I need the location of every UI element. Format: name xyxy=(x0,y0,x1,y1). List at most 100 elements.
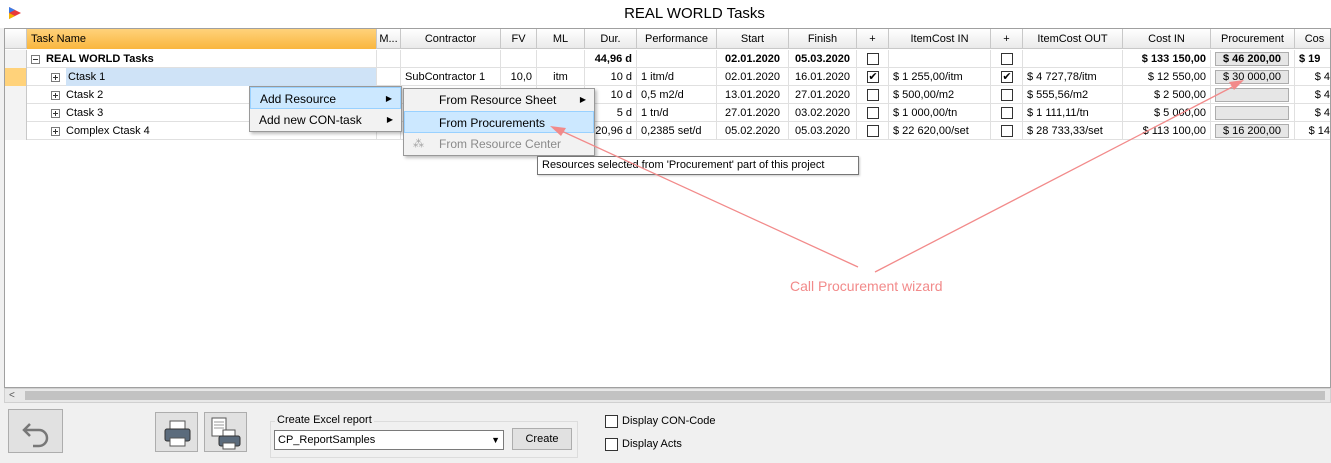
cell-cost: $ 4 xyxy=(1295,68,1330,86)
report-select[interactable]: CP_ReportSamples ▼ xyxy=(274,430,504,450)
create-button[interactable]: Create xyxy=(512,428,572,450)
undo-icon xyxy=(22,423,49,448)
chevron-down-icon: ▼ xyxy=(491,435,500,445)
col-fv[interactable]: FV xyxy=(501,29,537,49)
display-acts-checkbox[interactable]: Display Acts xyxy=(605,437,682,453)
expand-icon[interactable] xyxy=(51,108,60,118)
cell-dur: 44,96 d xyxy=(585,50,637,68)
checkbox-out[interactable]: ✔ xyxy=(1001,71,1013,83)
menu-item-from-procurements[interactable]: From Procurements xyxy=(404,111,594,133)
col-cost-in[interactable]: Cost IN xyxy=(1123,29,1211,49)
procurement-button[interactable]: $ 16 200,00 xyxy=(1215,124,1289,138)
col-m[interactable]: M... xyxy=(377,29,401,49)
cell-ml xyxy=(537,50,585,68)
menu-item-label: From Resource Sheet xyxy=(439,93,557,107)
table-row[interactable]: Ctask 3 5 d 1 tn/d 27.01.2020 03.02.2020… xyxy=(5,104,1330,122)
cell-performance: 1 itm/d xyxy=(637,68,717,86)
cell-finish: 27.01.2020 xyxy=(789,86,857,104)
expand-icon[interactable] xyxy=(51,126,60,136)
expand-icon[interactable] xyxy=(51,90,60,100)
table-row[interactable]: REAL WORLD Tasks 44,96 d 02.01.2020 05.0… xyxy=(5,50,1330,68)
cell-finish: 03.02.2020 xyxy=(789,104,857,122)
col-task-name[interactable]: Task Name xyxy=(27,29,377,49)
col-dur[interactable]: Dur. xyxy=(585,29,637,49)
procurement-button[interactable]: $ 46 200,00 xyxy=(1215,52,1289,66)
task-name: Ctask 2 xyxy=(66,89,104,101)
window-title: REAL WORLD Tasks xyxy=(624,5,765,22)
procurement-button[interactable] xyxy=(1215,106,1289,120)
cell-contractor: SubContractor 1 xyxy=(401,68,501,86)
tooltip: Resources selected from 'Procurement' pa… xyxy=(537,156,859,175)
checkbox-in[interactable] xyxy=(867,125,879,137)
col-contractor[interactable]: Contractor xyxy=(401,29,501,49)
row-header[interactable] xyxy=(5,104,27,122)
scroll-left-icon[interactable]: < xyxy=(9,389,15,402)
cell-cost-in: $ 5 000,00 xyxy=(1123,104,1211,122)
procurement-button[interactable]: $ 30 000,00 xyxy=(1215,70,1289,84)
procurement-button[interactable] xyxy=(1215,88,1289,102)
expand-icon[interactable] xyxy=(51,72,60,82)
checkbox-out[interactable] xyxy=(1001,89,1013,101)
cell-itemcost-in: $ 1 255,00/itm xyxy=(889,68,991,86)
cell-itemcost-out: $ 1 111,11/tn xyxy=(1023,104,1123,122)
row-header[interactable] xyxy=(5,50,27,68)
undo-button[interactable] xyxy=(8,409,63,453)
task-name: Complex Ctask 4 xyxy=(66,125,150,137)
col-start[interactable]: Start xyxy=(717,29,789,49)
checkbox-out[interactable] xyxy=(1001,107,1013,119)
print-button[interactable] xyxy=(155,412,198,452)
checkbox-label: Display Acts xyxy=(622,438,682,450)
col-ml[interactable]: ML xyxy=(537,29,585,49)
col-itemcost-out[interactable]: ItemCost OUT xyxy=(1023,29,1123,49)
submenu-arrow-icon: ▶ xyxy=(385,94,392,103)
col-plus-out[interactable]: + xyxy=(991,29,1023,49)
cell-start: 13.01.2020 xyxy=(717,86,789,104)
submenu: From Resource Sheet ▶ From Procurements ⁂… xyxy=(403,88,595,156)
checkbox-in[interactable] xyxy=(867,53,879,65)
col-finish[interactable]: Finish xyxy=(789,29,857,49)
checkbox-in[interactable] xyxy=(867,89,879,101)
cell-cost: $ 19 xyxy=(1295,50,1330,68)
cell-cost: $ 14 xyxy=(1295,122,1330,140)
printer-icon xyxy=(164,420,191,447)
print-preview-button[interactable] xyxy=(204,412,247,452)
menu-item-label: Add new CON-task xyxy=(259,113,362,127)
cell-itemcost-out xyxy=(1023,50,1123,68)
menu-item-from-resource-sheet[interactable]: From Resource Sheet ▶ xyxy=(404,89,594,111)
cell-itemcost-in: $ 1 000,00/tn xyxy=(889,104,991,122)
resource-center-icon: ⁂ xyxy=(413,138,424,150)
horizontal-scrollbar[interactable]: < xyxy=(4,388,1331,403)
cell-itemcost-out: $ 28 733,33/set xyxy=(1023,122,1123,140)
cell-itemcost-in xyxy=(889,50,991,68)
scroll-thumb[interactable] xyxy=(25,391,1325,400)
task-grid[interactable]: Task Name M... Contractor FV ML Dur. Per… xyxy=(4,28,1331,388)
table-row[interactable]: Ctask 1 SubContractor 1 10,0 itm 10 d 1 … xyxy=(5,68,1330,86)
task-name: Ctask 3 xyxy=(66,107,104,119)
table-row[interactable]: Ctask 2 10 d 0,5 m2/d 13.01.2020 27.01.2… xyxy=(5,86,1330,104)
col-plus-in[interactable]: + xyxy=(857,29,889,49)
col-procurement[interactable]: Procurement xyxy=(1211,29,1295,49)
bottom-toolbar: Create Excel report CP_ReportSamples ▼ Cr… xyxy=(0,404,1331,463)
checkbox-in[interactable]: ✔ xyxy=(867,71,879,83)
task-name: Ctask 1 xyxy=(66,68,376,86)
menu-item-add-resource[interactable]: Add Resource ▶ xyxy=(250,87,401,109)
col-itemcost-in[interactable]: ItemCost IN xyxy=(889,29,991,49)
row-header[interactable] xyxy=(5,86,27,104)
submenu-arrow-icon: ▶ xyxy=(579,95,586,104)
collapse-icon[interactable] xyxy=(31,54,40,64)
display-con-code-checkbox[interactable]: Display CON-Code xyxy=(605,414,716,430)
col-cost[interactable]: Cos xyxy=(1295,29,1330,49)
row-header[interactable] xyxy=(5,122,27,140)
cell-finish: 16.01.2020 xyxy=(789,68,857,86)
cell-itemcost-in: $ 22 620,00/set xyxy=(889,122,991,140)
table-row[interactable]: Complex Ctask 4 20,96 d 0,2385 set/d 05.… xyxy=(5,122,1330,140)
checkbox-out[interactable] xyxy=(1001,53,1013,65)
checkbox-out[interactable] xyxy=(1001,125,1013,137)
row-header[interactable] xyxy=(5,68,27,86)
cell-cost: $ 4 xyxy=(1295,86,1330,104)
checkbox-in[interactable] xyxy=(867,107,879,119)
menu-item-add-con-task[interactable]: Add new CON-task ▶ xyxy=(250,109,401,131)
task-name: REAL WORLD Tasks xyxy=(46,53,154,65)
cell-contractor xyxy=(401,50,501,68)
col-performance[interactable]: Performance xyxy=(637,29,717,49)
